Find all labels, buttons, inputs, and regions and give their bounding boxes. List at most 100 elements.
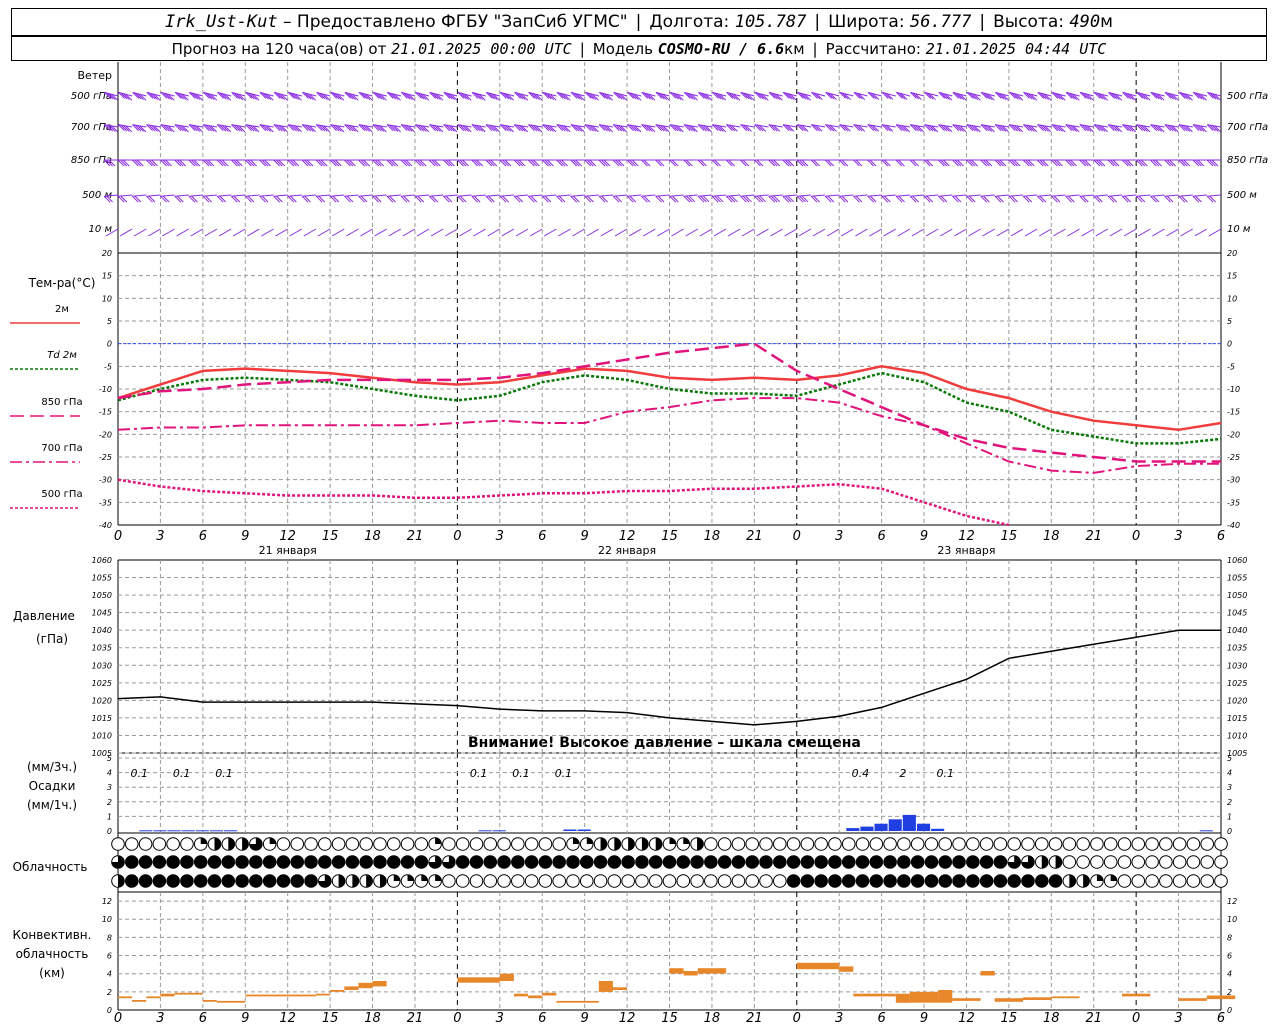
wind-barb xyxy=(911,228,925,237)
wind-barb-staff xyxy=(1137,228,1151,237)
wind-barb xyxy=(1093,91,1109,101)
wind-barb-staff xyxy=(952,194,967,197)
time-tick-label: 15 xyxy=(322,529,339,544)
cloud-circle-fill xyxy=(994,855,1007,869)
wind-barb xyxy=(527,159,543,167)
conv-cloud-segment xyxy=(697,968,727,974)
cloud-cover-нижний xyxy=(648,874,663,888)
wind-barb xyxy=(994,194,1009,203)
cloud-cover-средний xyxy=(249,855,263,869)
wind-barb xyxy=(883,228,897,237)
wind-barb xyxy=(937,159,953,167)
wind-barb xyxy=(160,91,175,101)
cloud-cover-средний xyxy=(952,855,966,869)
cloud-cover-нижний xyxy=(455,874,470,888)
temp-ytick-right: -15 xyxy=(1227,408,1240,417)
wind-barb xyxy=(952,194,967,203)
wind-barb xyxy=(414,159,430,167)
wind-barb xyxy=(641,124,656,133)
wind-barb xyxy=(584,124,599,133)
cloud-cover-средний xyxy=(1172,855,1187,869)
wind-barb xyxy=(1136,91,1151,101)
wind-barb xyxy=(1178,194,1193,203)
cloud-circle-fill xyxy=(704,855,718,869)
cloud-cover-средний xyxy=(938,855,953,869)
cloud-circle-outline xyxy=(1172,874,1187,888)
wind-barb xyxy=(428,159,444,167)
wind-barb xyxy=(287,194,302,203)
cloud-circle-outline xyxy=(414,837,429,851)
cloud-circle-fill xyxy=(938,874,952,888)
cloud-circle-fill xyxy=(456,855,469,869)
cloud-circle-outline xyxy=(952,837,966,851)
time-tick-label-bottom: 0 xyxy=(114,1011,122,1024)
cloud-circle-sector xyxy=(407,874,414,881)
cloud-circle-fill xyxy=(994,874,1007,888)
conv-ytick-left: 12 xyxy=(102,897,112,906)
wind-barb xyxy=(513,194,529,203)
wind-barb xyxy=(698,91,713,101)
cloud-circle-outline xyxy=(1145,874,1159,888)
cloud-circle-fill xyxy=(1021,874,1035,888)
temp-ytick-left: 20 xyxy=(102,249,112,258)
wind-barb xyxy=(203,91,218,101)
wind-barb-staff xyxy=(1079,194,1094,197)
cloud-circle-fill xyxy=(139,855,152,869)
wind-barb-staff xyxy=(148,228,161,237)
time-tick-label-bottom: 12 xyxy=(619,1011,636,1024)
wind-barb-staff xyxy=(303,228,317,237)
wind-barb xyxy=(683,159,698,167)
cloud-cover-верхний xyxy=(1172,837,1187,851)
wind-barb xyxy=(938,91,953,101)
wind-barb xyxy=(853,91,868,101)
wind-barb xyxy=(796,194,811,203)
cloud-circle-fill xyxy=(194,855,208,869)
wind-barb-staff xyxy=(1109,228,1123,237)
cloud-circle-fill xyxy=(235,855,249,869)
time-tick-label: 15 xyxy=(661,529,678,544)
cloud-circle-outline xyxy=(111,837,125,851)
wind-barb xyxy=(275,228,288,237)
wind-barb xyxy=(881,194,896,203)
wind-barb xyxy=(202,159,217,167)
cloud-cover-верхний xyxy=(124,837,139,851)
cloud-circle-outline xyxy=(1200,874,1215,888)
wind-barb xyxy=(148,228,161,237)
wind-barb xyxy=(344,124,359,133)
wind-barb xyxy=(119,228,133,237)
wind-barb xyxy=(1135,194,1151,203)
conv-cloud-segment xyxy=(457,977,500,983)
cloud-cover-верхний xyxy=(1159,837,1173,851)
cloud-circle-outline xyxy=(1117,874,1132,888)
cloud-circle-sector xyxy=(572,837,580,844)
conv-ytick-right: 0 xyxy=(1227,1006,1232,1015)
wind-barb xyxy=(1051,159,1066,167)
wind-barb xyxy=(302,91,317,101)
cloud-cover-средний xyxy=(304,855,318,869)
cloud-circle-outline xyxy=(841,837,856,851)
wind-barb xyxy=(726,124,741,132)
cloud-cover-средний xyxy=(855,855,870,869)
precip-bar xyxy=(874,823,888,831)
cloud-cover-нижний xyxy=(1007,874,1021,888)
cloud-circle-fill xyxy=(277,874,290,888)
wind-barb xyxy=(910,91,925,101)
temp-legend-label: Td 2м xyxy=(47,350,77,361)
wind-barb-staff xyxy=(1208,228,1222,237)
wind-barb-staff xyxy=(726,194,741,197)
wind-barb xyxy=(824,194,840,203)
cloud-circle-sector xyxy=(228,837,235,851)
cloud-cover-нижний xyxy=(952,874,966,888)
cloud-circle-sector xyxy=(1096,874,1104,881)
wind-barb xyxy=(1079,124,1094,133)
cloud-cover-верхний xyxy=(262,837,277,851)
cloud-circle-outline xyxy=(524,837,539,851)
time-tick-label: 6 xyxy=(538,529,546,544)
cloud-circle-fill xyxy=(125,855,139,869)
cloud-circle-sector xyxy=(1083,874,1090,888)
precip-ytick-left: 4 xyxy=(107,769,112,778)
time-tick-label: 0 xyxy=(793,529,801,544)
cloud-cover-верхний xyxy=(924,837,939,851)
wind-barb xyxy=(457,91,472,101)
cloud-circle-outline xyxy=(1172,837,1187,851)
